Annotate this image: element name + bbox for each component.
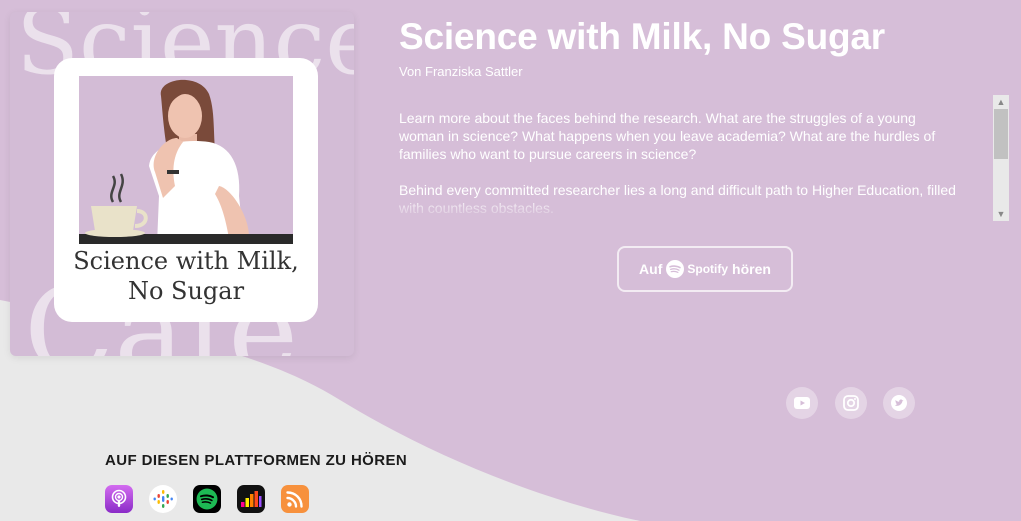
- cover-title: Science with Milk, No Sugar: [54, 246, 318, 306]
- scroll-thumb[interactable]: [994, 109, 1008, 159]
- youtube-link[interactable]: [786, 387, 818, 419]
- spotify-icon: [666, 260, 685, 278]
- google-podcasts-link[interactable]: [149, 485, 177, 513]
- description-paragraph-1: Learn more about the faces behind the re…: [399, 110, 936, 162]
- spotify-icon: [196, 488, 218, 510]
- twitter-link[interactable]: [883, 387, 915, 419]
- platforms-heading: AUF DIESEN PLATTFORMEN ZU HÖREN: [105, 452, 408, 469]
- twitter-icon: [891, 395, 907, 411]
- description-fade: [399, 196, 964, 220]
- apple-podcasts-icon: [111, 489, 127, 507]
- listen-button-prefix: Auf: [639, 261, 663, 277]
- spotify-logo: Spotify: [666, 260, 728, 278]
- spotify-platform-link[interactable]: [193, 485, 221, 513]
- cover-title-line-2: No Sugar: [127, 277, 245, 305]
- instagram-icon: [843, 395, 859, 411]
- rss-icon: [286, 491, 303, 508]
- description-scrollbar[interactable]: ▲ ▼: [993, 95, 1009, 221]
- podcast-cover-art: Science Cafe: [10, 12, 354, 356]
- google-podcasts-icon: [153, 490, 173, 508]
- youtube-icon: [794, 397, 810, 409]
- podcast-author: Von Franziska Sattler: [399, 64, 523, 79]
- cover-card: Science with Milk, No Sugar: [54, 58, 318, 322]
- cover-illustration: [79, 76, 293, 244]
- deezer-icon: [241, 491, 262, 507]
- podcast-title: Science with Milk, No Sugar: [399, 16, 885, 57]
- apple-podcasts-link[interactable]: [105, 485, 133, 513]
- cover-title-line-1: Science with Milk,: [73, 247, 299, 275]
- spotify-brand-text: Spotify: [687, 262, 729, 276]
- scroll-down-arrow-icon[interactable]: ▼: [993, 207, 1009, 221]
- scroll-up-arrow-icon[interactable]: ▲: [993, 95, 1009, 109]
- listen-on-spotify-button[interactable]: Auf Spotify hören: [617, 246, 793, 292]
- rss-feed-link[interactable]: [281, 485, 309, 513]
- listen-button-suffix: hören: [732, 261, 771, 277]
- deezer-link[interactable]: [237, 485, 265, 513]
- instagram-link[interactable]: [835, 387, 867, 419]
